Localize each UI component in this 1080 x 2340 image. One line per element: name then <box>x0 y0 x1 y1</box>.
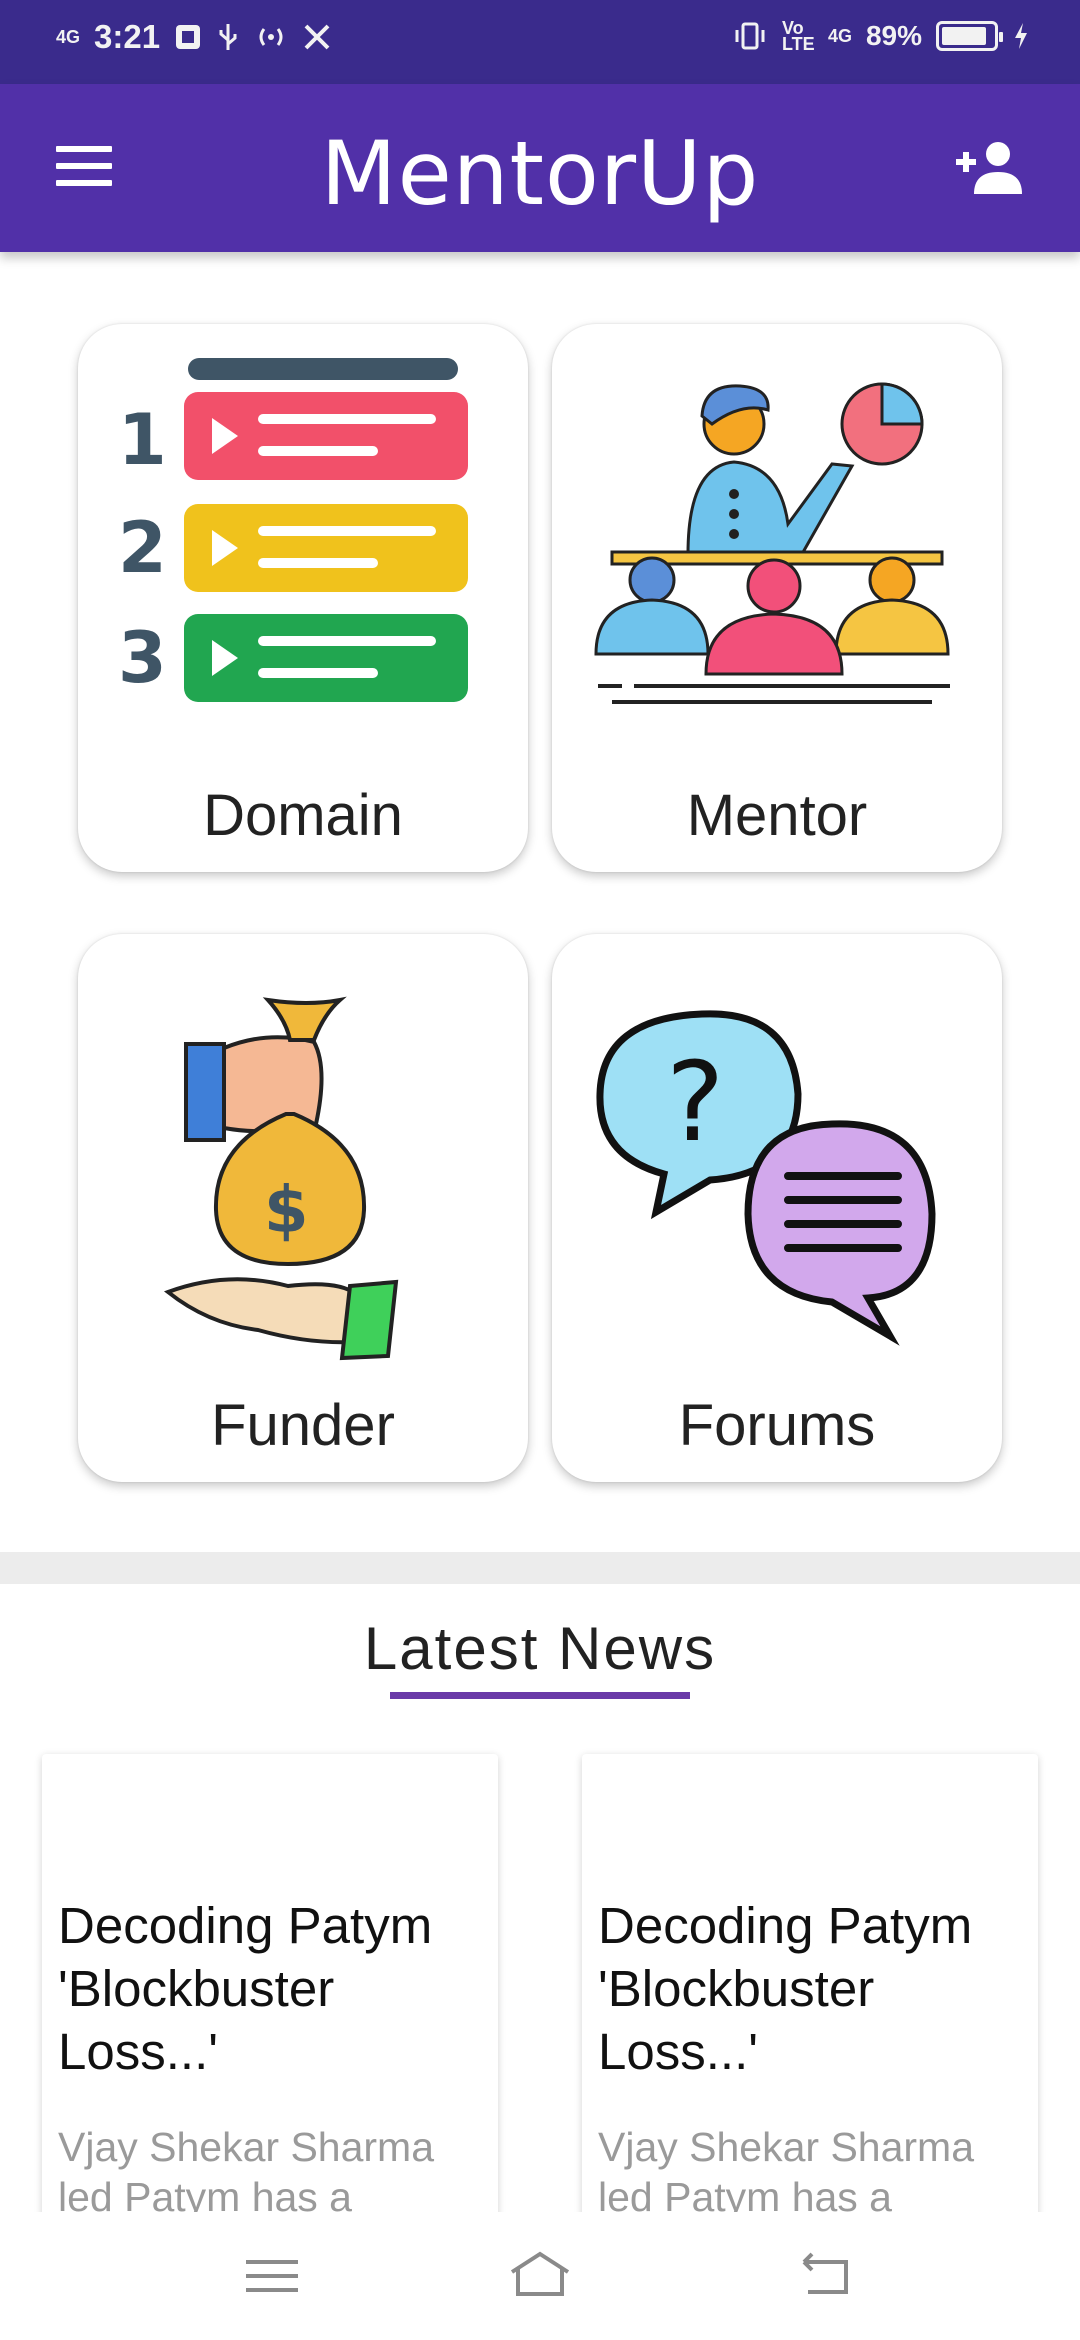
money-bag-icon: $ <box>163 996 399 1361</box>
mentor-presentation-icon <box>594 382 950 704</box>
hotspot-icon <box>259 28 283 46</box>
clock: 3:21 <box>94 18 161 55</box>
status-bar: 4G 3:21 Vo LTE 4G 89% <box>0 0 1080 84</box>
svg-text:2: 2 <box>118 507 167 589</box>
network-type: 4G <box>56 27 81 47</box>
card-label: Domain <box>203 783 403 848</box>
system-navigation-bar <box>0 2212 1080 2340</box>
svg-text:$: $ <box>264 1174 309 1248</box>
charging-icon <box>1015 23 1027 49</box>
news-headline: Decoding Patym 'Blockbuster Loss...' <box>598 1897 973 2080</box>
vibrate-icon <box>735 22 765 50</box>
svg-text:?: ? <box>666 1038 724 1166</box>
domain-card[interactable]: 1 2 3 Domain <box>78 324 528 872</box>
volte-indicator: Vo LTE <box>781 18 815 54</box>
svg-text:1: 1 <box>118 399 167 481</box>
section-divider <box>0 1552 1080 1584</box>
news-snippet: Vjay Shekar Sharma led Patym has a <box>58 2124 435 2220</box>
forums-card[interactable]: ? Forums <box>552 934 1002 1482</box>
battery-level <box>942 27 986 45</box>
news-snippet: Vjay Shekar Sharma led Patym has a <box>598 2124 975 2220</box>
chat-bubbles-icon: ? <box>596 1010 936 1346</box>
tools-icon <box>304 24 330 50</box>
list-row-1: 1 <box>118 392 468 481</box>
funder-card[interactable]: $ Funder <box>78 934 528 1482</box>
list-row-2: 2 <box>118 504 468 592</box>
battery-icon <box>936 21 1003 51</box>
add-user-icon[interactable] <box>954 140 1024 196</box>
latest-news-title: Latest News <box>363 1615 717 1682</box>
title-underline <box>390 1692 690 1699</box>
notification-icon <box>176 25 201 49</box>
svg-text:3: 3 <box>118 617 167 699</box>
battery-percent: 89% <box>865 20 922 51</box>
news-headline: Decoding Patym 'Blockbuster Loss...' <box>58 1897 433 2080</box>
app-bar: MentorUp <box>0 84 1080 252</box>
card-label: Mentor <box>686 783 868 848</box>
usb-icon <box>219 24 237 50</box>
card-label: Funder <box>211 1393 395 1458</box>
list-row-3: 3 <box>118 614 468 702</box>
mentor-card[interactable]: Mentor <box>552 324 1002 872</box>
back-icon[interactable] <box>794 2246 858 2306</box>
card-label: Forums <box>678 1393 876 1458</box>
network-type-2: 4G <box>827 26 852 46</box>
numbered-list-icon: 1 2 3 <box>118 358 468 702</box>
app-title: MentorUp <box>320 122 760 225</box>
home-icon[interactable] <box>508 2246 572 2306</box>
recents-icon[interactable] <box>240 2246 304 2306</box>
